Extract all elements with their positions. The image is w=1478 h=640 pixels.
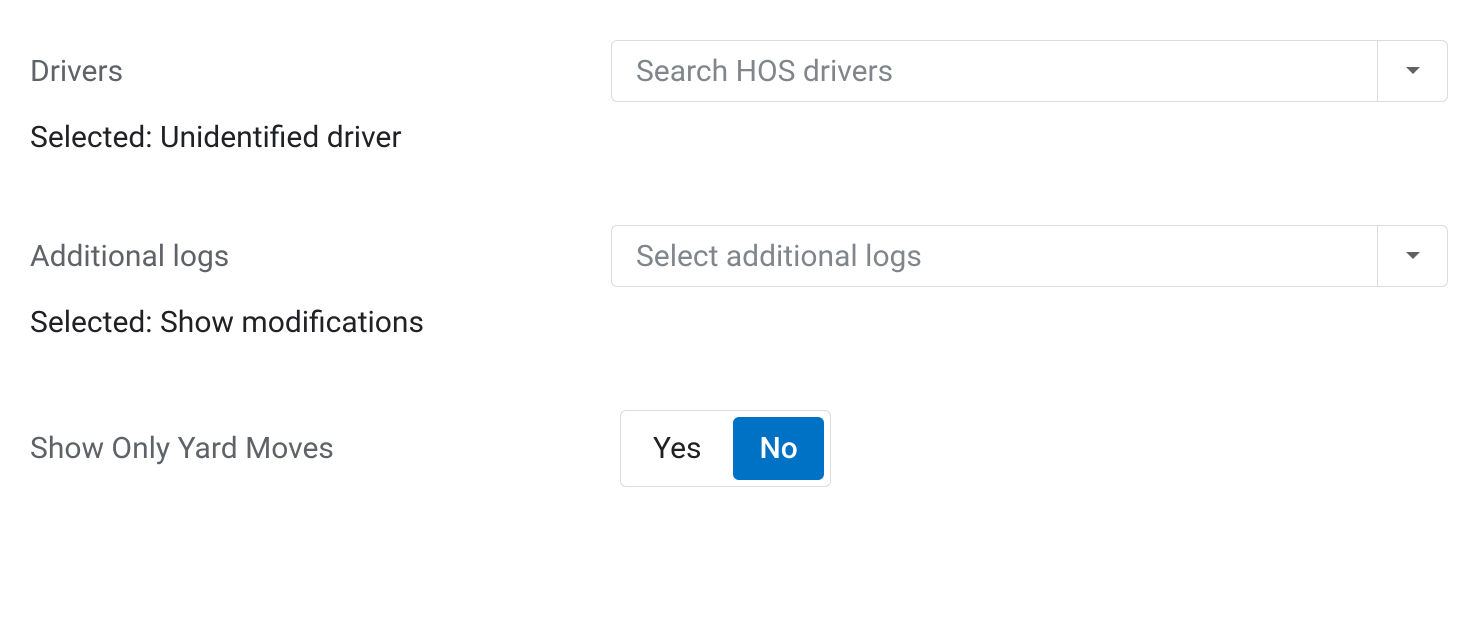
drivers-selected-prefix: Selected: — [30, 120, 160, 155]
yard-moves-row: Show Only Yard Moves Yes No — [30, 410, 1448, 487]
additional-logs-dropdown-placeholder: Select additional logs — [612, 226, 1377, 286]
drivers-dropdown-placeholder: Search HOS drivers — [612, 41, 1377, 101]
drivers-row: Drivers Search HOS drivers — [30, 40, 1448, 102]
yard-moves-toggle: Yes No — [620, 410, 831, 487]
additional-logs-dropdown[interactable]: Select additional logs — [611, 225, 1448, 287]
drivers-dropdown[interactable]: Search HOS drivers — [611, 40, 1448, 102]
drivers-label: Drivers — [30, 54, 611, 89]
drivers-selected-text: Selected: Unidentified driver — [30, 120, 1448, 155]
additional-logs-selected-prefix: Selected: — [30, 305, 160, 340]
additional-logs-selected-text: Selected: Show modifications — [30, 305, 1448, 340]
additional-logs-label: Additional logs — [30, 239, 611, 274]
drivers-selected-value: Unidentified driver — [160, 120, 402, 155]
chevron-down-icon — [1377, 41, 1447, 101]
additional-logs-row: Additional logs Select additional logs — [30, 225, 1448, 287]
additional-logs-selected-value: Show modifications — [160, 305, 424, 340]
yard-moves-label: Show Only Yard Moves — [30, 431, 620, 466]
yard-moves-no-button[interactable]: No — [733, 417, 823, 480]
chevron-down-icon — [1377, 226, 1447, 286]
yard-moves-yes-button[interactable]: Yes — [627, 417, 727, 480]
